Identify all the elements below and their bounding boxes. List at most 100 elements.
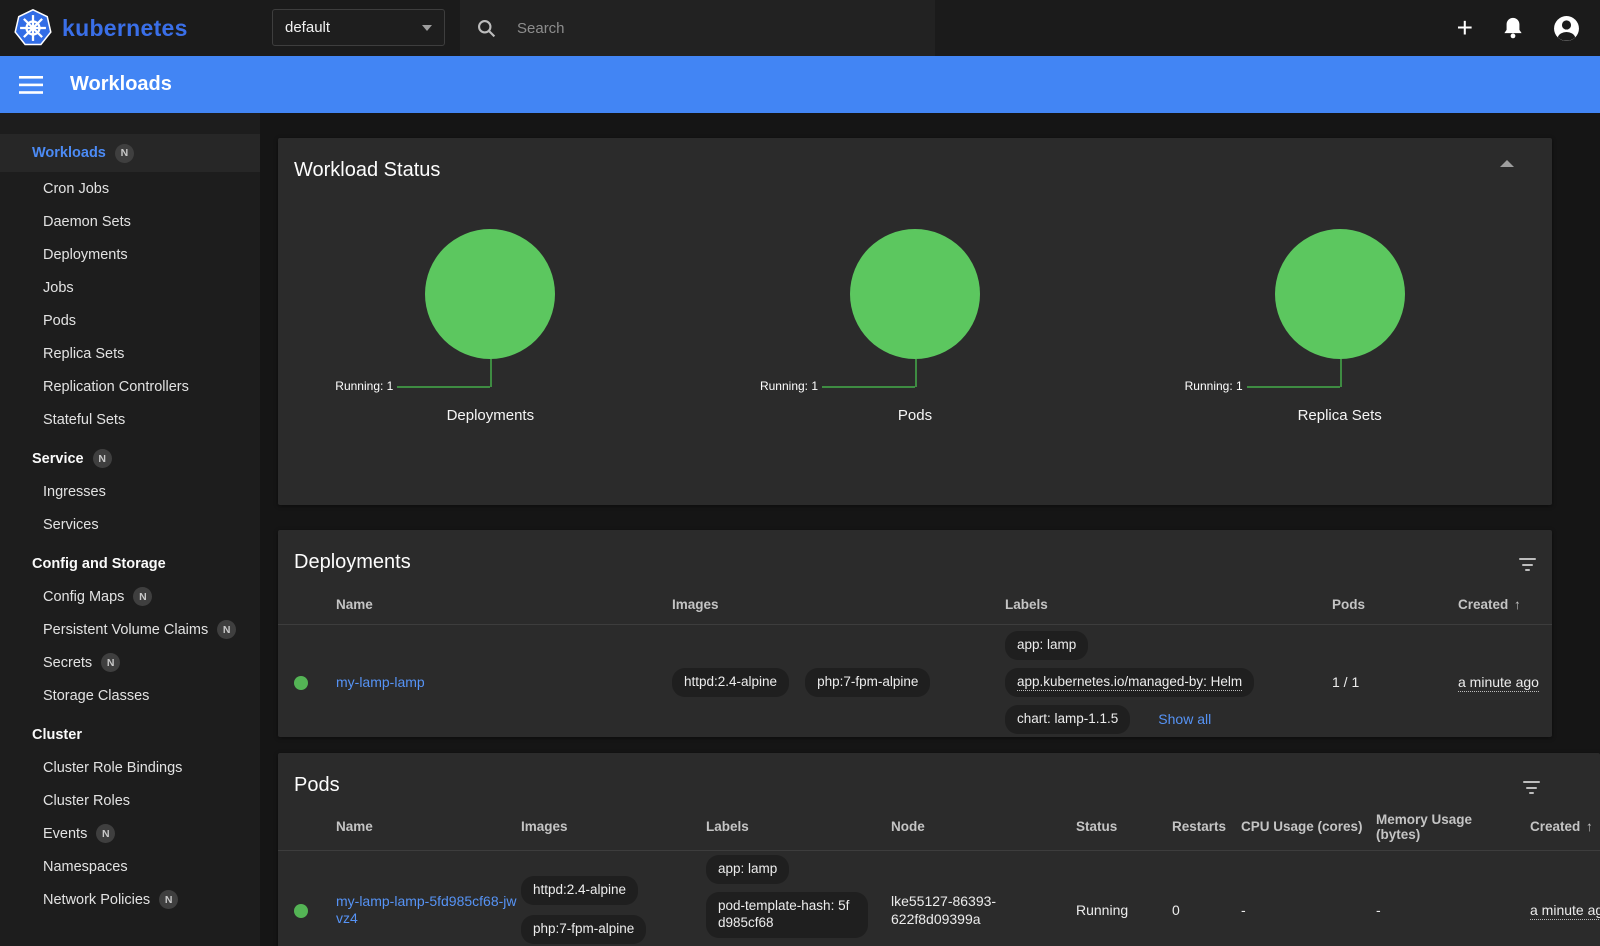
pie-running-segment: [850, 229, 980, 359]
sidebar-item-jobs[interactable]: Jobs: [0, 271, 260, 304]
pod-row: my-lamp-lamp-5fd985cf68-jwvz4 httpd:2.4-…: [278, 851, 1600, 946]
sidebar-item-workloads[interactable]: Workloads N: [0, 134, 260, 172]
pods-card: Pods Name Images Labels Node Status Rest…: [278, 753, 1600, 946]
pod-name-link[interactable]: my-lamp-lamp-5fd985cf68-jwvz4: [336, 893, 517, 927]
restarts-value: 0: [1172, 902, 1241, 918]
column-header-created[interactable]: Created ↑: [1458, 597, 1552, 612]
namespace-value: default: [285, 19, 330, 36]
namespaced-badge: N: [101, 653, 120, 672]
pie-callout: Running: 1: [1127, 359, 1552, 391]
sidebar-item-ingresses[interactable]: Ingresses: [0, 475, 260, 508]
show-all-link[interactable]: Show all: [1158, 711, 1211, 727]
namespaced-badge: N: [159, 890, 178, 909]
sidebar-group-cluster: Cluster: [0, 718, 260, 751]
image-chip: php:7-fpm-alpine: [805, 668, 930, 697]
pie-running-segment: [1275, 229, 1405, 359]
chevron-down-icon: [422, 25, 432, 31]
column-header-created[interactable]: Created ↑: [1530, 819, 1600, 834]
sidebar-item-replica-sets[interactable]: Replica Sets: [0, 337, 260, 370]
hamburger-menu-icon: [19, 76, 43, 94]
sidebar-item-daemon-sets[interactable]: Daemon Sets: [0, 205, 260, 238]
pods-table-header: Name Images Labels Node Status Restarts …: [278, 803, 1600, 851]
page-title: Workloads: [70, 73, 172, 96]
bell-icon: [1502, 16, 1524, 40]
workload-status-title: Workload Status: [294, 159, 440, 182]
image-chip: httpd:2.4-alpine: [521, 876, 638, 905]
sidebar-group-config-and-storage: Config and Storage: [0, 547, 260, 580]
namespaced-badge: N: [115, 144, 134, 163]
sidebar-item-cluster-roles[interactable]: Cluster Roles: [0, 784, 260, 817]
filter-icon[interactable]: [1523, 777, 1540, 794]
search-bar[interactable]: [460, 0, 935, 56]
column-header-name[interactable]: Name: [336, 819, 521, 834]
sort-ascending-icon: ↑: [1514, 597, 1521, 612]
menu-button[interactable]: [19, 76, 43, 94]
sidebar-item-replication-controllers[interactable]: Replication Controllers: [0, 370, 260, 403]
deployment-name-link[interactable]: my-lamp-lamp: [336, 674, 425, 690]
column-header-images[interactable]: Images: [521, 819, 706, 834]
sidebar-item-cluster-role-bindings[interactable]: Cluster Role Bindings: [0, 751, 260, 784]
sidebar-item-pods[interactable]: Pods: [0, 304, 260, 337]
sidebar-item-network-policies[interactable]: Network Policies N: [0, 883, 260, 916]
account-button[interactable]: [1553, 15, 1580, 42]
create-button[interactable]: +: [1457, 14, 1473, 42]
image-chip: php:7-fpm-alpine: [521, 915, 646, 944]
sidebar-item-cron-jobs[interactable]: Cron Jobs: [0, 172, 260, 205]
add-icon: +: [1457, 14, 1473, 42]
column-header-node[interactable]: Node: [891, 819, 1076, 834]
main-content: Workload Status Running: 1 Deployments: [260, 113, 1600, 946]
chart-title: Pods: [898, 407, 932, 424]
filter-icon[interactable]: [1519, 554, 1536, 571]
namespaced-badge: N: [96, 824, 115, 843]
notifications-button[interactable]: [1502, 16, 1524, 40]
sidebar-item-stateful-sets[interactable]: Stateful Sets: [0, 403, 260, 436]
column-header-cpu[interactable]: CPU Usage (cores): [1241, 819, 1376, 834]
deployment-row: my-lamp-lamp httpd:2.4-alpine php:7-fpm-…: [278, 625, 1552, 744]
sidebar-item-service[interactable]: Service N: [0, 442, 260, 475]
sidebar-item-config-maps[interactable]: Config Maps N: [0, 580, 260, 613]
image-chip: httpd:2.4-alpine: [672, 668, 789, 697]
sidebar-item-services[interactable]: Services: [0, 508, 260, 541]
pod-status-value: Running: [1076, 902, 1172, 918]
pie-callout: Running: 1: [278, 359, 703, 391]
collapse-card-icon[interactable]: [1500, 160, 1514, 167]
pods-pie-chart: Running: 1 Pods: [703, 229, 1128, 424]
pie-running-segment: [425, 229, 555, 359]
sidebar-item-secrets[interactable]: Secrets N: [0, 646, 260, 679]
sidebar-nav: Workloads N Cron Jobs Daemon Sets Deploy…: [0, 113, 260, 946]
sidebar-item-events[interactable]: Events N: [0, 817, 260, 850]
label-chip: app: lamp: [1005, 631, 1088, 660]
node-value: lke55127-86393-622f8d09399a: [891, 892, 1076, 928]
label-chip: chart: lamp-1.1.5: [1005, 705, 1130, 734]
label-chip: app.kubernetes.io/managed-by: Helm: [1005, 668, 1254, 697]
column-header-restarts[interactable]: Restarts: [1172, 819, 1241, 834]
column-header-memory[interactable]: Memory Usage (bytes): [1376, 812, 1530, 842]
topbar-actions: +: [1457, 0, 1580, 56]
namespace-selector[interactable]: default: [272, 9, 445, 46]
column-header-images[interactable]: Images: [672, 597, 1005, 612]
column-header-labels[interactable]: Labels: [1005, 597, 1332, 612]
pie-callout: Running: 1: [703, 359, 1128, 391]
namespaced-badge: N: [217, 620, 236, 639]
sidebar-item-storage-classes[interactable]: Storage Classes: [0, 679, 260, 712]
sidebar-item-namespaces[interactable]: Namespaces: [0, 850, 260, 883]
brand-wordmark: kubernetes: [62, 15, 188, 42]
column-header-status[interactable]: Status: [1076, 819, 1172, 834]
deployments-card: Deployments Name Images Labels Pods Crea…: [278, 530, 1552, 737]
sidebar-item-deployments[interactable]: Deployments: [0, 238, 260, 271]
workload-status-charts: Running: 1 Deployments Running: 1 Pods: [278, 229, 1552, 424]
search-input[interactable]: [517, 20, 919, 37]
label-chip: app: lamp: [706, 855, 789, 884]
column-header-pods[interactable]: Pods: [1332, 597, 1458, 612]
column-header-name[interactable]: Name: [336, 597, 672, 612]
deployments-pie-chart: Running: 1 Deployments: [278, 229, 703, 424]
sort-ascending-icon: ↑: [1586, 819, 1593, 834]
memory-usage-value: -: [1376, 902, 1530, 918]
column-header-labels[interactable]: Labels: [706, 819, 891, 834]
deployments-table-header: Name Images Labels Pods Created ↑: [278, 584, 1552, 625]
pods-card-title: Pods: [294, 774, 340, 797]
sidebar-item-persistent-volume-claims[interactable]: Persistent Volume Claims N: [0, 613, 260, 646]
pie-callout-label: Running: 1: [1185, 379, 1243, 393]
kubernetes-logo[interactable]: kubernetes: [14, 9, 188, 47]
cpu-usage-value: -: [1241, 902, 1376, 918]
